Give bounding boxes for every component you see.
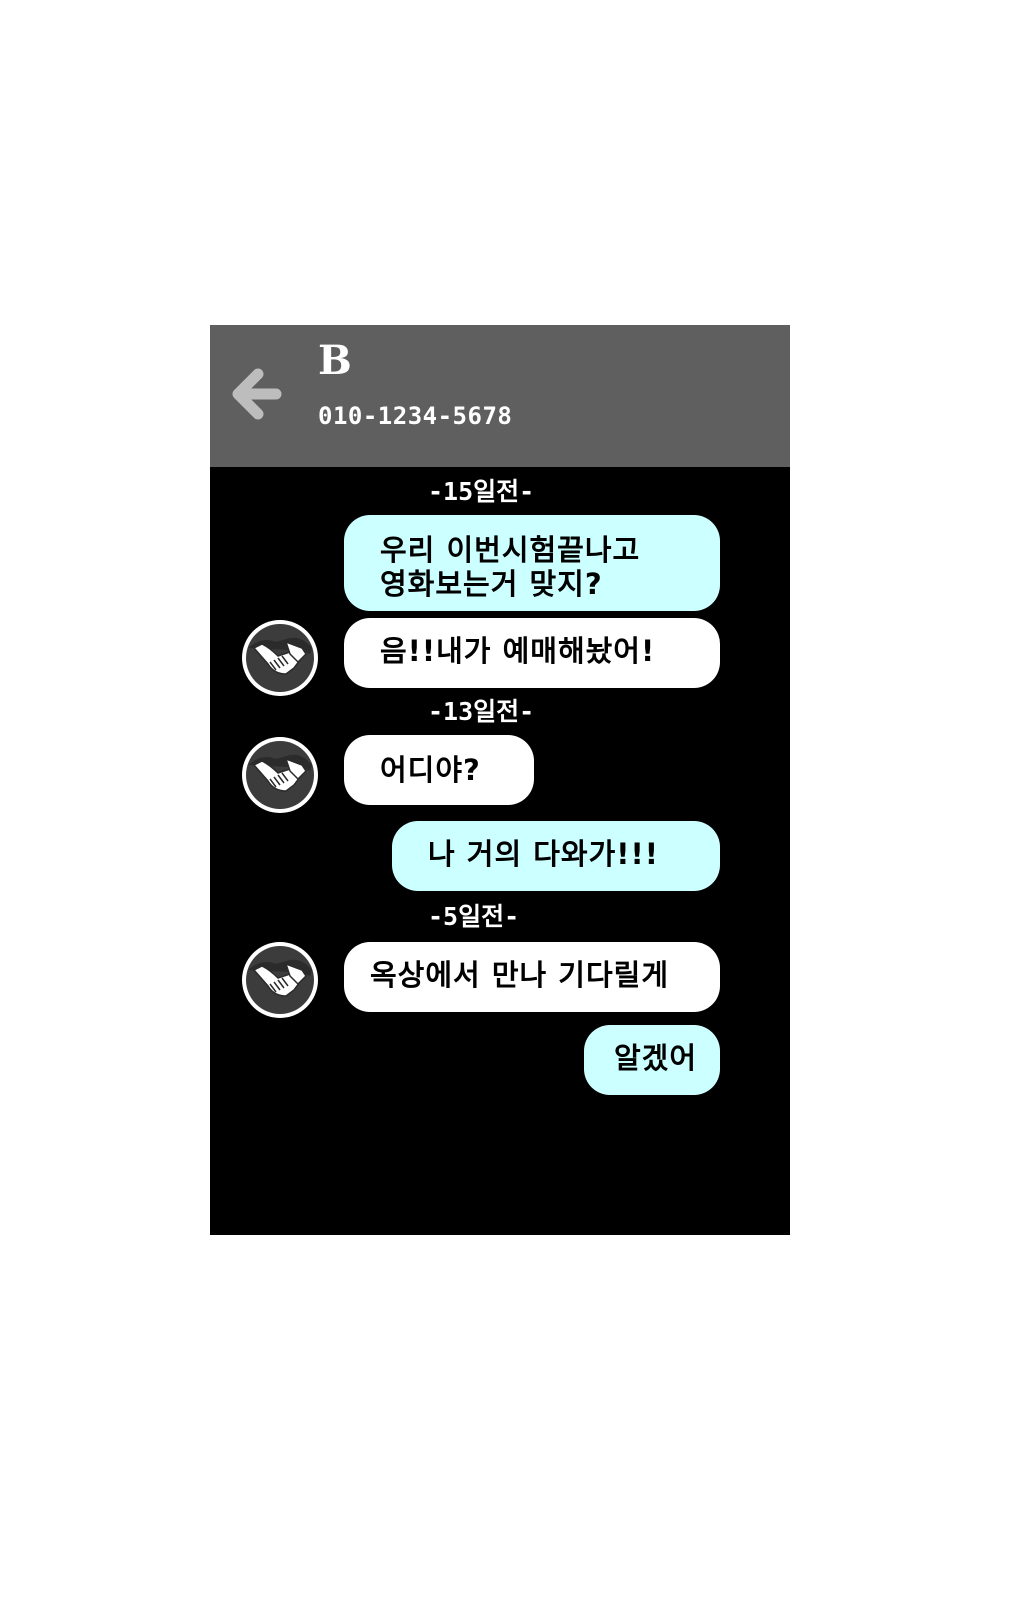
contact-name: B <box>318 337 352 384</box>
handshake-icon <box>242 737 318 813</box>
message-line: 나 거의 다와가!!! <box>428 837 659 871</box>
message-line: 어디야? <box>380 753 481 787</box>
date-separator: -15일전- <box>428 477 535 506</box>
contact-avatar[interactable] <box>240 735 320 815</box>
contact-avatar[interactable] <box>240 618 320 698</box>
message-bubble-sent[interactable]: 우리 이번시험끝나고 영화보는거 맞지? <box>344 515 720 611</box>
back-button[interactable] <box>224 359 294 429</box>
message-line: 알겠어 <box>614 1041 698 1075</box>
chat-header: B 010-1234-5678 <box>210 325 790 467</box>
date-separator: -13일전- <box>428 697 535 726</box>
message-bubble-sent[interactable]: 나 거의 다와가!!! <box>392 821 720 891</box>
message-line: 음!!내가 예매해놨어! <box>380 634 656 668</box>
handshake-icon <box>242 942 318 1018</box>
message-line: 영화보는거 맞지? <box>380 567 603 601</box>
date-separator: -5일전- <box>428 902 520 931</box>
message-line: 옥상에서 만나 기다릴게 <box>370 958 669 992</box>
message-bubble-received[interactable]: 어디야? <box>344 735 534 805</box>
handshake-icon <box>242 620 318 696</box>
message-line: 우리 이번시험끝나고 <box>380 533 641 567</box>
arrow-left-icon <box>232 368 282 420</box>
message-bubble-received[interactable]: 음!!내가 예매해놨어! <box>344 618 720 688</box>
message-bubble-sent[interactable]: 알겠어 <box>584 1025 720 1095</box>
contact-phone: 010-1234-5678 <box>318 402 513 430</box>
chat-screen: B 010-1234-5678 -15일전- 우리 이번시험끝나고 영화보는거 … <box>210 325 790 1235</box>
contact-avatar[interactable] <box>240 940 320 1020</box>
message-bubble-received[interactable]: 옥상에서 만나 기다릴게 <box>344 942 720 1012</box>
